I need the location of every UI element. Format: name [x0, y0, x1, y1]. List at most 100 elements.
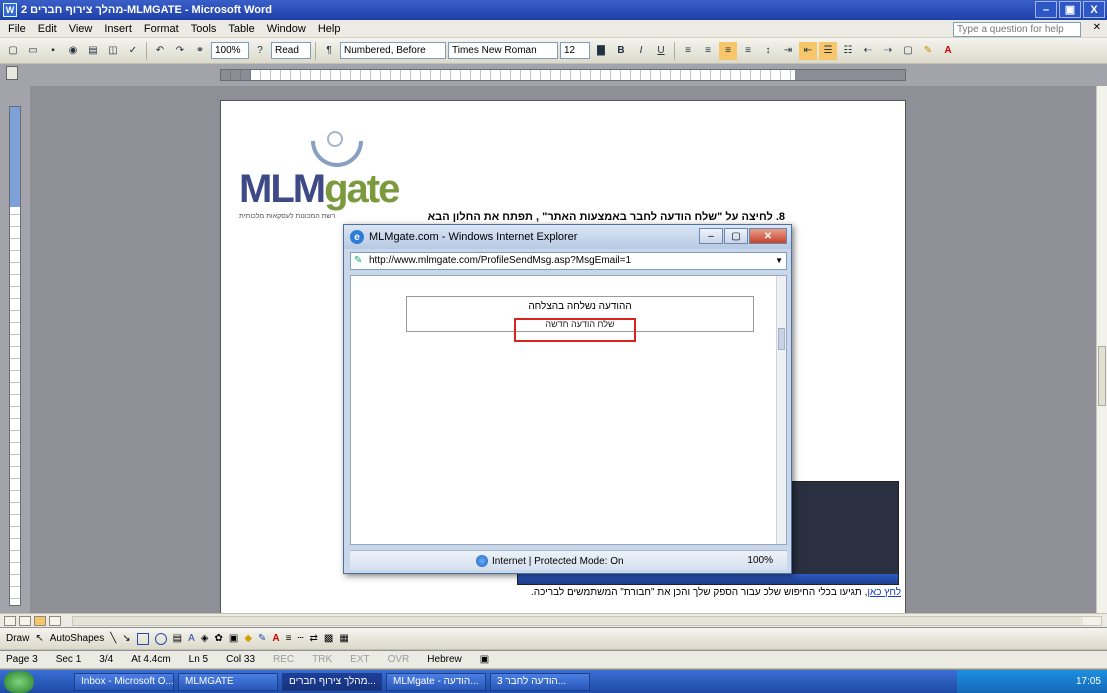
permission-icon[interactable]: ◉ [64, 42, 82, 60]
horizontal-ruler[interactable] [220, 69, 906, 81]
logo-wordmark: MLMgate [239, 167, 400, 211]
border-icon[interactable]: ▢ [899, 42, 917, 60]
line-spacing-icon[interactable]: ↕ [759, 42, 777, 60]
chevron-down-icon[interactable]: ▼ [775, 253, 783, 269]
taskbar-item[interactable]: MLMGATE [178, 672, 278, 691]
ie-close-button[interactable]: ✕ [749, 228, 787, 244]
dash-style-icon[interactable]: ┄ [298, 633, 304, 644]
line-style-icon[interactable]: ≡ [286, 633, 292, 644]
web-view-button[interactable] [19, 615, 31, 626]
rectangle-icon[interactable] [136, 632, 149, 645]
line-icon[interactable]: ╲ [110, 633, 116, 644]
tray-clock[interactable]: 17:05 [1076, 676, 1101, 687]
line-color-icon[interactable]: ✎ [258, 633, 266, 644]
3d-icon[interactable]: ▦ [339, 633, 348, 644]
horizontal-scrollbar[interactable] [72, 616, 1102, 626]
rtl-icon[interactable]: ⇤ [799, 41, 817, 60]
vertical-ruler[interactable] [9, 106, 21, 606]
menu-help[interactable]: Help [318, 23, 341, 35]
font-color-icon[interactable]: ▇ [592, 42, 610, 60]
status-trk[interactable]: TRK [312, 654, 332, 665]
clipart-icon[interactable]: ✿ [214, 633, 222, 644]
highlight-icon[interactable]: ✎ [919, 42, 937, 60]
menu-table[interactable]: Table [228, 23, 254, 35]
zoom-select[interactable]: 100% [211, 42, 249, 59]
menu-format[interactable]: Format [144, 23, 179, 35]
font-color-a-icon[interactable]: A [939, 42, 957, 60]
align-left-icon[interactable]: ≡ [679, 42, 697, 60]
print-icon[interactable]: ▤ [84, 42, 102, 60]
ie-minimize-button[interactable]: – [699, 228, 723, 244]
ie-zoom[interactable]: 100% [747, 555, 773, 566]
arrow-style-icon[interactable]: ⇄ [310, 633, 318, 644]
close-doc-icon[interactable]: ✕ [1093, 22, 1101, 33]
textbox-icon[interactable]: ▤ [173, 633, 182, 644]
font-select[interactable]: Times New Roman [448, 42, 558, 59]
start-button[interactable] [4, 670, 34, 693]
menu-window[interactable]: Window [267, 23, 306, 35]
redo-icon[interactable]: ↷ [171, 42, 189, 60]
menu-insert[interactable]: Insert [104, 23, 132, 35]
fill-color-icon[interactable]: ◆ [244, 633, 252, 644]
align-right-icon[interactable]: ≡ [719, 41, 737, 60]
spelling-icon[interactable]: ✓ [124, 42, 142, 60]
outline-view-button[interactable] [49, 615, 61, 626]
read-button[interactable]: Read [271, 42, 311, 59]
bullets-icon[interactable]: ☷ [839, 42, 857, 60]
open-folder-icon[interactable]: ▭ [24, 42, 42, 60]
status-ovr[interactable]: OVR [388, 654, 410, 665]
align-center-icon[interactable]: ≡ [699, 42, 717, 60]
menu-edit[interactable]: Edit [38, 23, 57, 35]
style-select[interactable]: Numbered, Before [340, 42, 446, 59]
status-rec[interactable]: REC [273, 654, 294, 665]
menu-tools[interactable]: Tools [191, 23, 217, 35]
undo-icon[interactable]: ↶ [151, 42, 169, 60]
bold-icon[interactable]: B [612, 42, 630, 60]
help-icon[interactable]: ? [251, 42, 269, 60]
hyperlink-icon[interactable]: ⚭ [191, 42, 209, 60]
close-button[interactable]: X [1083, 1, 1105, 18]
ie-address-bar[interactable]: ✎ http://www.mlmgate.com/ProfileSendMsg.… [350, 252, 787, 270]
minimize-button[interactable]: – [1035, 1, 1057, 18]
ie-scrollbar[interactable] [776, 276, 786, 544]
new-doc-icon[interactable]: ▢ [4, 42, 22, 60]
diagram-icon[interactable]: ◈ [201, 633, 209, 644]
font-size-select[interactable]: 12 [560, 42, 590, 59]
shadow-icon[interactable]: ▩ [324, 633, 333, 644]
increase-indent-icon[interactable]: ⇢ [879, 42, 897, 60]
save-icon[interactable]: ▪ [44, 42, 62, 60]
underline-icon[interactable]: U [652, 42, 670, 60]
status-ext[interactable]: EXT [350, 654, 369, 665]
arrow-icon[interactable]: ↘ [122, 633, 130, 644]
maximize-button[interactable]: ▣ [1059, 1, 1081, 18]
styles-pane-icon[interactable]: ¶ [320, 42, 338, 60]
spelling-status-icon[interactable]: ▣ [480, 654, 489, 665]
italic-icon[interactable]: I [632, 42, 650, 60]
help-question-input[interactable]: Type a question for help [953, 22, 1081, 37]
taskbar-item[interactable]: הודעה לחבר 3... [490, 672, 590, 691]
decrease-indent-icon[interactable]: ⇠ [859, 42, 877, 60]
ie-maximize-button[interactable]: ▢ [724, 228, 748, 244]
numbering-icon[interactable]: ☰ [819, 41, 837, 60]
justify-icon[interactable]: ≡ [739, 42, 757, 60]
print-preview-icon[interactable]: ◫ [104, 42, 122, 60]
autoshapes-button[interactable]: AutoShapes [50, 633, 105, 644]
menu-view[interactable]: View [69, 23, 93, 35]
taskbar-item[interactable]: Inbox - Microsoft O... [74, 672, 174, 691]
print-view-button[interactable] [34, 615, 46, 626]
font-color-draw-icon[interactable]: A [272, 633, 279, 644]
oval-icon[interactable] [154, 632, 167, 645]
picture-icon[interactable]: ▣ [229, 633, 238, 644]
tab-selector[interactable] [6, 66, 18, 80]
vertical-scrollbar[interactable] [1096, 86, 1107, 613]
word-icon[interactable]: W [3, 3, 17, 17]
wordart-icon[interactable]: A [188, 633, 195, 644]
ltr-icon[interactable]: ⇥ [779, 42, 797, 60]
click-here-link[interactable]: לחץ כאן [867, 587, 901, 598]
menu-file[interactable]: File [8, 23, 26, 35]
select-objects-icon[interactable]: ↖ [35, 633, 43, 644]
taskbar-item[interactable]: MLMgate - הודעה... [386, 672, 486, 691]
draw-menu-button[interactable]: Draw [6, 633, 29, 644]
normal-view-button[interactable] [4, 615, 16, 626]
taskbar-item-active[interactable]: מהלך צירוף חברים... [282, 672, 382, 691]
